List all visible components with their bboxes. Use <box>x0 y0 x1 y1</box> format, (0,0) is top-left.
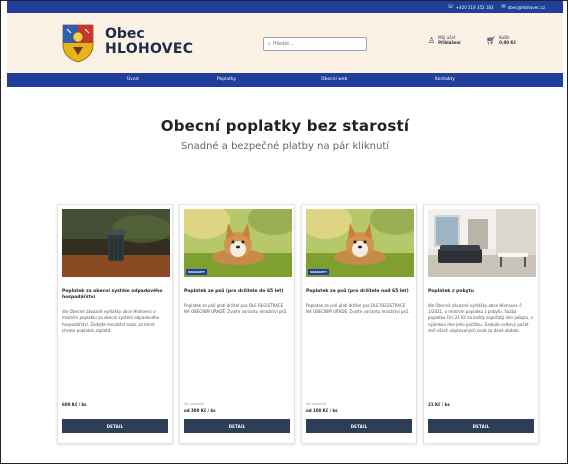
coat-of-arms-logo[interactable] <box>61 23 95 63</box>
detail-button[interactable]: DETAIL <box>62 419 168 433</box>
product-card[interactable]: Poplatek za obecní systém odpadového hos… <box>57 204 173 444</box>
card-title[interactable]: Poplatek za obecní systém odpadového hos… <box>62 289 168 301</box>
card-price: Ve variantě od 100 Kč / ks <box>306 402 338 413</box>
detail-button[interactable]: DETAIL <box>306 419 412 433</box>
dog-photo[interactable]: VARIANTY <box>184 209 292 277</box>
product-card[interactable]: VARIANTY Poplatek ze psů (pro držitele n… <box>301 204 417 444</box>
dog-photo[interactable]: VARIANTY <box>306 209 414 277</box>
card-title[interactable]: Poplatek z pobytu <box>428 289 534 295</box>
nav-kontakty[interactable]: Kontakty <box>435 77 455 82</box>
site-header: Obec HLOHOVEC ⌕ Hledat... ♙ Můj účet Při… <box>7 13 563 73</box>
detail-button[interactable]: DETAIL <box>428 419 534 433</box>
bin-photo[interactable] <box>62 209 170 277</box>
page-frame: ☏ +420 519 352 183 ✉ obec@hlohovec.cz Obec… <box>0 0 568 464</box>
product-card[interactable]: Poplatek z pobytu dle Obecně závazné vyh… <box>423 204 539 444</box>
room-photo[interactable] <box>428 209 536 277</box>
product-card[interactable]: VARIANTY Poplatek ze psů (pro držitele d… <box>179 204 295 444</box>
card-price: 600 Kč / ks <box>62 402 87 407</box>
card-title[interactable]: Poplatek ze psů (pro držitele nad 65 let… <box>306 289 412 295</box>
mail-icon: ✉ <box>501 4 506 10</box>
phone-icon: ☏ <box>447 4 454 10</box>
detail-button[interactable]: DETAIL <box>184 419 290 433</box>
page: ☏ +420 519 352 183 ✉ obec@hlohovec.cz Obec… <box>7 1 563 463</box>
user-icon: ♙ <box>428 35 436 45</box>
account-login-text: Přihlášení <box>438 40 461 46</box>
cart-icon: 🛒︎ <box>486 35 497 45</box>
card-description: dle Obecně závazné vyhlášky obce Hlohove… <box>428 303 533 333</box>
page-title: Obecní poplatky bez starostí <box>160 117 410 135</box>
card-description: dle Obecně závazné vyhlášky obce Hlohove… <box>62 309 160 333</box>
page-subtitle: Snadné a bezpečné platby na pár kliknutí <box>180 141 390 152</box>
card-title[interactable]: Poplatek ze psů (pro držitele do 65 let) <box>184 289 290 295</box>
main-nav: Úvod Poplatky Obecní web Kontakty <box>7 73 563 87</box>
variants-badge: VARIANTY <box>308 269 329 275</box>
card-price: 21 Kč / ks <box>428 402 450 407</box>
card-description: Poplatek ze psů platí držitel psa DLE RE… <box>306 303 410 315</box>
phone-link[interactable]: ☏ +420 519 352 183 <box>447 4 493 10</box>
cart-button[interactable]: 🛒︎ Košík 0,00 Kč <box>486 35 516 45</box>
nav-obecni-web[interactable]: Obecní web <box>321 77 347 82</box>
site-title[interactable]: Obec HLOHOVEC <box>105 27 193 56</box>
account-button[interactable]: ♙ Můj účet Přihlášení <box>428 35 461 45</box>
search-input[interactable]: ⌕ Hledat... <box>263 37 367 51</box>
search-icon: ⌕ <box>268 41 271 47</box>
top-contact-bar: ☏ +420 519 352 183 ✉ obec@hlohovec.cz <box>7 1 563 13</box>
nav-uvod[interactable]: Úvod <box>127 77 139 82</box>
card-price: Ve variantě od 300 Kč / ks <box>184 402 216 413</box>
product-grid: Poplatek za obecní systém odpadového hos… <box>57 204 539 444</box>
email-link[interactable]: ✉ obec@hlohovec.cz <box>501 4 545 10</box>
nav-poplatky[interactable]: Poplatky <box>217 77 236 82</box>
card-description: Poplatek ze psů platí držitel psa DLE RE… <box>184 303 288 315</box>
cart-total: 0,00 Kč <box>499 40 516 46</box>
hero-section: Obecní poplatky bez starostí Snadné a be… <box>7 87 563 152</box>
variants-badge: VARIANTY <box>186 269 207 275</box>
